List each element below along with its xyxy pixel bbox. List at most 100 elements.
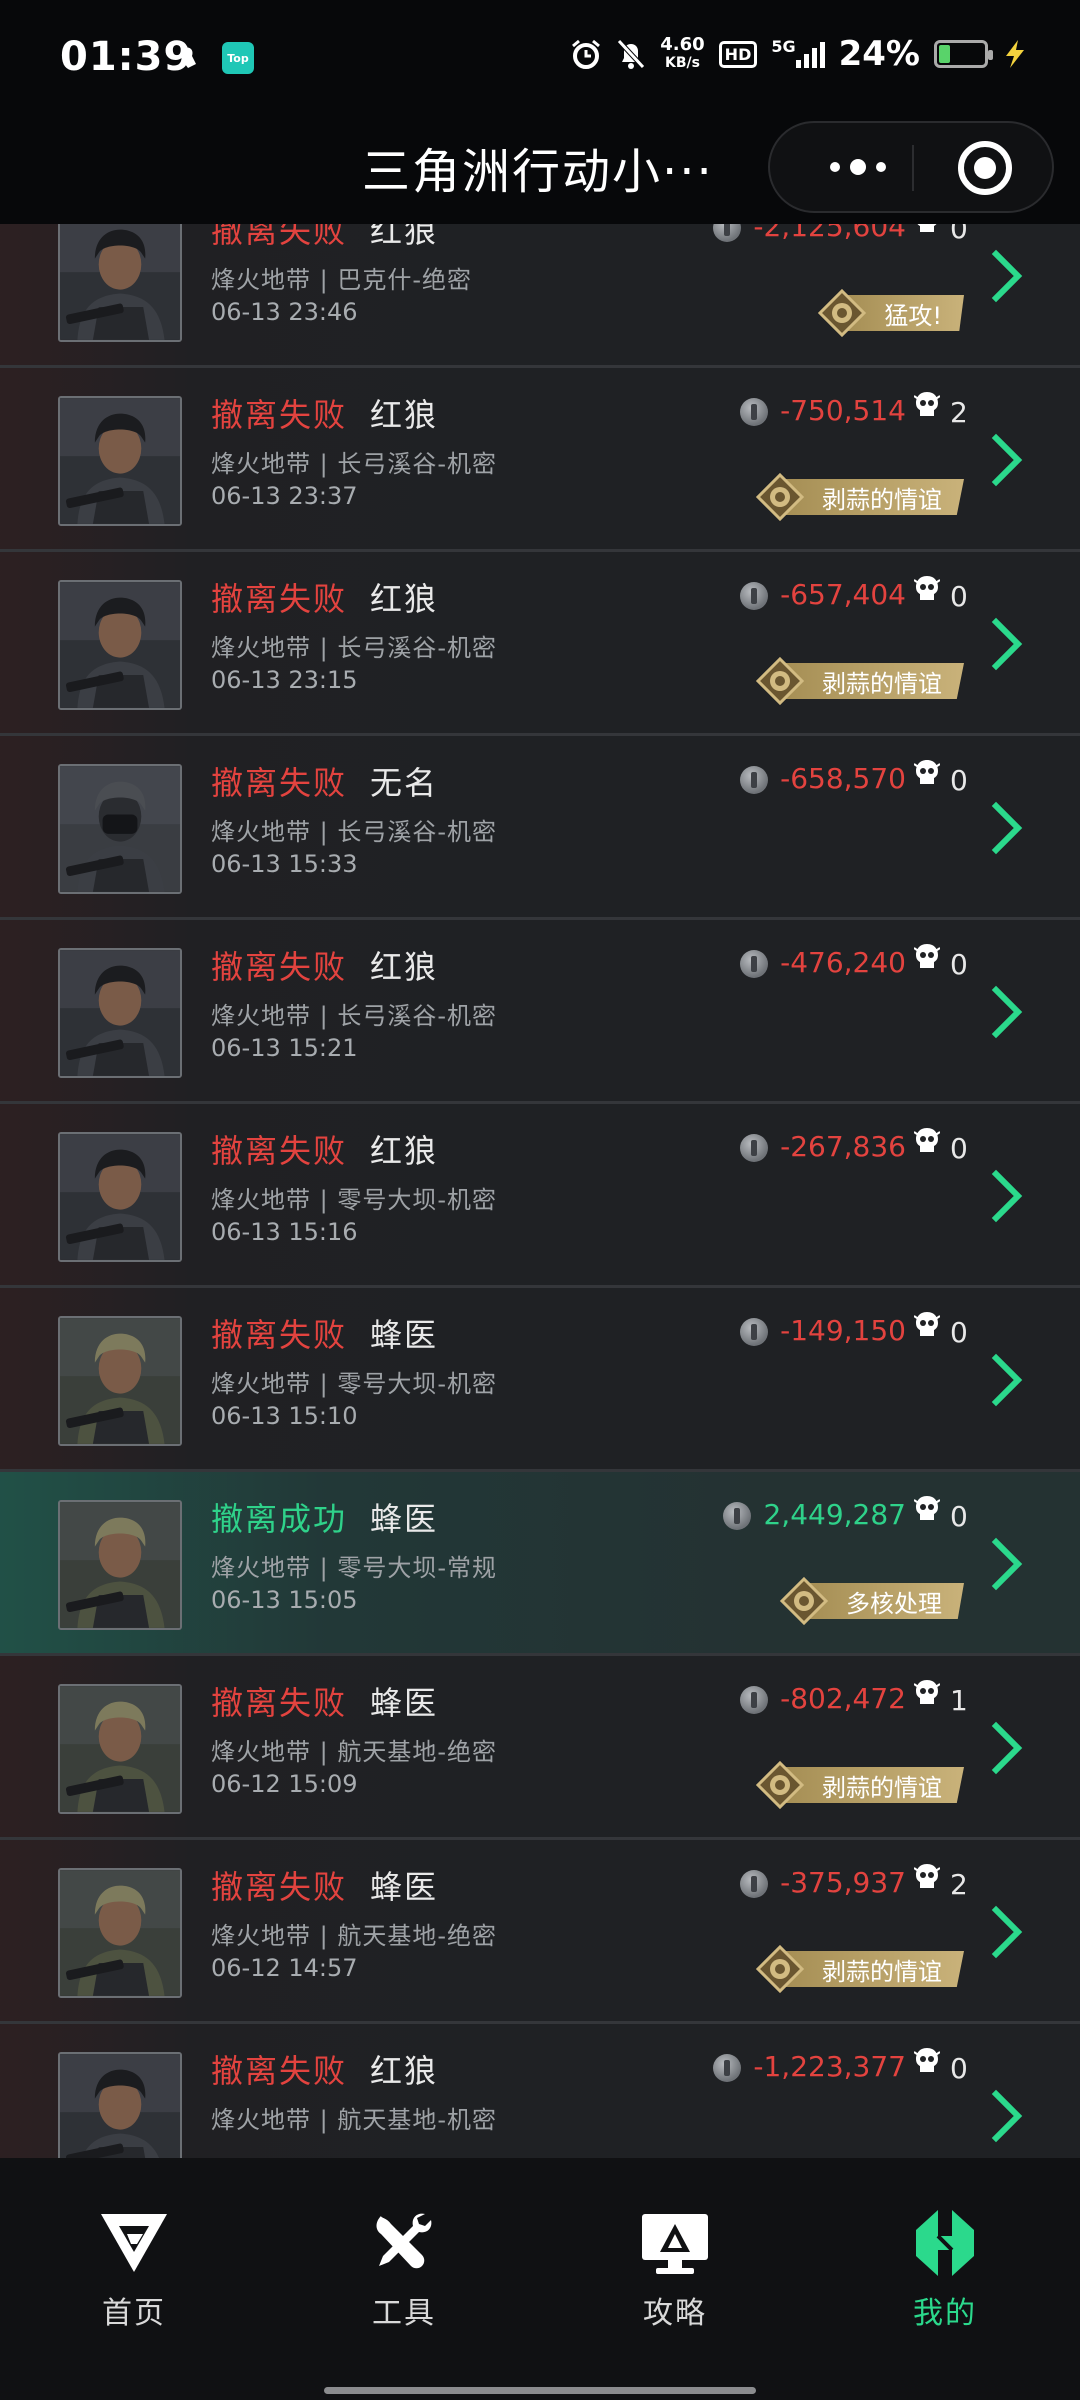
chevron-right-icon[interactable]	[990, 800, 1026, 856]
coin-icon	[740, 582, 769, 610]
skull-kills-icon	[914, 944, 940, 968]
chevron-right-icon[interactable]	[990, 1352, 1026, 1408]
net-speed: 4.60 KB/s	[660, 36, 704, 72]
operator-avatar	[58, 2052, 182, 2158]
home-logo-icon	[101, 2214, 167, 2272]
tab-home[interactable]: 首页	[64, 2206, 204, 2332]
chevron-right-icon[interactable]	[990, 984, 1026, 1040]
operator-avatar	[58, 1500, 182, 1630]
more-menu-button[interactable]	[808, 123, 908, 211]
chevron-right-icon[interactable]	[990, 248, 1026, 304]
tag-label: 剥蒜的情谊	[784, 1951, 964, 1987]
status-right-icons: 4.60 KB/s HD 5G 24%	[570, 34, 1028, 74]
match-record-row[interactable]: 撤离失败 无名 烽火地带 | 长弓溪谷-机密 06-13 15:33 -658,570 0	[0, 736, 1080, 920]
coin-icon	[713, 2054, 742, 2082]
chevron-right-icon[interactable]	[990, 1904, 1026, 1960]
kill-count: 1	[950, 1684, 968, 1717]
tab-guide[interactable]: 攻略	[605, 2206, 745, 2332]
match-record-row[interactable]: 撤离失败 红狼 烽火地带 | 长弓溪谷-机密 06-13 23:37 -750,514 2…	[0, 368, 1080, 552]
mode-and-map: 烽火地带 | 航天基地-机密	[211, 2106, 498, 2134]
extraction-result: 撤离失败	[211, 396, 348, 434]
close-mini-program-button[interactable]	[958, 141, 1012, 195]
match-record-row[interactable]: 撤离失败 蜂医 烽火地带 | 航天基地-绝密 06-12 15:09 -802,472 1…	[0, 1656, 1080, 1840]
coin-icon	[713, 224, 742, 242]
status-bar: 01:39 Top 4.60 KB/s HD 5G 24%	[0, 0, 1080, 118]
tag-emblem-icon	[756, 1945, 804, 1993]
match-record-row[interactable]: 撤离失败 蜂医 烽火地带 | 零号大坝-机密 06-13 15:10 -149,150 0	[0, 1288, 1080, 1472]
match-time: 06-13 15:33	[211, 850, 358, 878]
operator-name: 红狼	[370, 224, 439, 250]
skull-kills-icon	[914, 1496, 940, 1520]
asset-change-value: -658,570	[780, 762, 906, 795]
operator-avatar	[58, 948, 182, 1078]
match-record-list[interactable]: 撤离失败 红狼 烽火地带 | 巴克什-绝密 06-13 23:46 -2,125,604…	[0, 224, 1080, 2158]
coin-icon	[740, 1870, 769, 1898]
extraction-result: 撤离失败	[211, 1316, 348, 1354]
kill-count: 0	[950, 2052, 968, 2085]
match-time: 06-13 23:37	[211, 482, 358, 510]
battery-fill	[939, 45, 950, 63]
hd-icon: HD	[718, 40, 758, 68]
match-record-row[interactable]: 撤离失败 红狼 烽火地带 | 长弓溪谷-机密 06-13 15:21 -476,240 0	[0, 920, 1080, 1104]
profile-logo-icon	[916, 2210, 974, 2276]
extraction-result: 撤离失败	[211, 2052, 348, 2090]
coin-icon	[723, 1502, 752, 1530]
kill-count: 0	[950, 224, 968, 245]
match-time: 06-13 15:16	[211, 1218, 358, 1246]
chevron-right-icon[interactable]	[990, 1720, 1026, 1776]
mode-and-map: 烽火地带 | 长弓溪谷-机密	[211, 450, 498, 478]
tag-label: 多核处理	[808, 1583, 964, 1619]
coin-icon	[740, 950, 769, 978]
mode-and-map: 烽火地带 | 长弓溪谷-机密	[211, 818, 498, 846]
match-time: 06-13 15:21	[211, 1034, 358, 1062]
achievement-tag: 剥蒜的情谊	[756, 657, 964, 705]
achievement-tag: 剥蒜的情谊	[756, 473, 964, 521]
match-time: 06-13 23:15	[211, 666, 358, 694]
operator-name: 无名	[370, 764, 439, 802]
mini-program-header: 三角洲行动小···	[0, 118, 1080, 224]
chevron-right-icon[interactable]	[990, 432, 1026, 488]
kill-count: 0	[950, 764, 968, 797]
operator-name: 红狼	[370, 580, 439, 618]
asset-change-value: -750,514	[780, 394, 906, 427]
tag-label: 剥蒜的情谊	[784, 479, 964, 515]
match-record-row[interactable]: 撤离成功 蜂医 烽火地带 | 零号大坝-常规 06-13 15:05 2,449,287…	[0, 1472, 1080, 1656]
chevron-right-icon[interactable]	[990, 1536, 1026, 1592]
achievement-tag: 剥蒜的情谊	[756, 1945, 964, 1993]
operator-name: 蜂医	[370, 1684, 439, 1722]
tag-emblem-icon	[756, 1761, 804, 1809]
chevron-right-icon[interactable]	[990, 2088, 1026, 2144]
operator-avatar	[58, 1868, 182, 1998]
tab-profile[interactable]: 我的	[875, 2206, 1015, 2332]
achievement-tag: 多核处理	[780, 1577, 964, 1625]
tag-label: 剥蒜的情谊	[784, 663, 964, 699]
match-record-row[interactable]: 撤离失败 红狼 烽火地带 | 巴克什-绝密 06-13 23:46 -2,125,604…	[0, 224, 1080, 368]
match-record-row[interactable]: 撤离失败 红狼 烽火地带 | 航天基地-机密 -1,223,377 0	[0, 2024, 1080, 2158]
alarm-icon	[572, 39, 601, 69]
kill-count: 0	[950, 948, 968, 981]
operator-avatar	[58, 396, 182, 526]
match-time: 06-12 14:57	[211, 1954, 358, 1982]
mode-and-map: 烽火地带 | 零号大坝-常规	[211, 1554, 498, 1582]
match-time: 06-12 15:09	[211, 1770, 358, 1798]
match-record-row[interactable]: 撤离失败 红狼 烽火地带 | 零号大坝-机密 06-13 15:16 -267,836 0	[0, 1104, 1080, 1288]
operator-avatar	[58, 1316, 182, 1446]
operator-portrait	[60, 1318, 180, 1444]
skull-kills-icon	[914, 392, 940, 416]
bottom-tab-bar: 首页 工具 攻略 我的	[0, 2158, 1080, 2400]
tab-tools[interactable]: 工具	[334, 2206, 474, 2332]
match-record-row[interactable]: 撤离失败 红狼 烽火地带 | 长弓溪谷-机密 06-13 23:15 -657,404 0…	[0, 552, 1080, 736]
match-record-row[interactable]: 撤离失败 蜂医 烽火地带 | 航天基地-绝密 06-12 14:57 -375,937 2…	[0, 1840, 1080, 2024]
tag-label: 剥蒜的情谊	[784, 1767, 964, 1803]
tab-guide-label: 攻略	[643, 2296, 707, 2331]
tag-emblem-icon	[818, 289, 867, 337]
skull-kills-icon	[914, 760, 940, 784]
operator-portrait	[60, 1870, 180, 1996]
kill-count: 0	[950, 1316, 968, 1349]
chevron-right-icon[interactable]	[990, 616, 1026, 672]
chevron-right-icon[interactable]	[990, 1168, 1026, 1224]
skull-kills-icon	[914, 1128, 940, 1152]
kill-count: 2	[950, 1868, 968, 1901]
skull-kills-icon	[914, 576, 940, 600]
extraction-result: 撤离失败	[211, 1868, 348, 1906]
